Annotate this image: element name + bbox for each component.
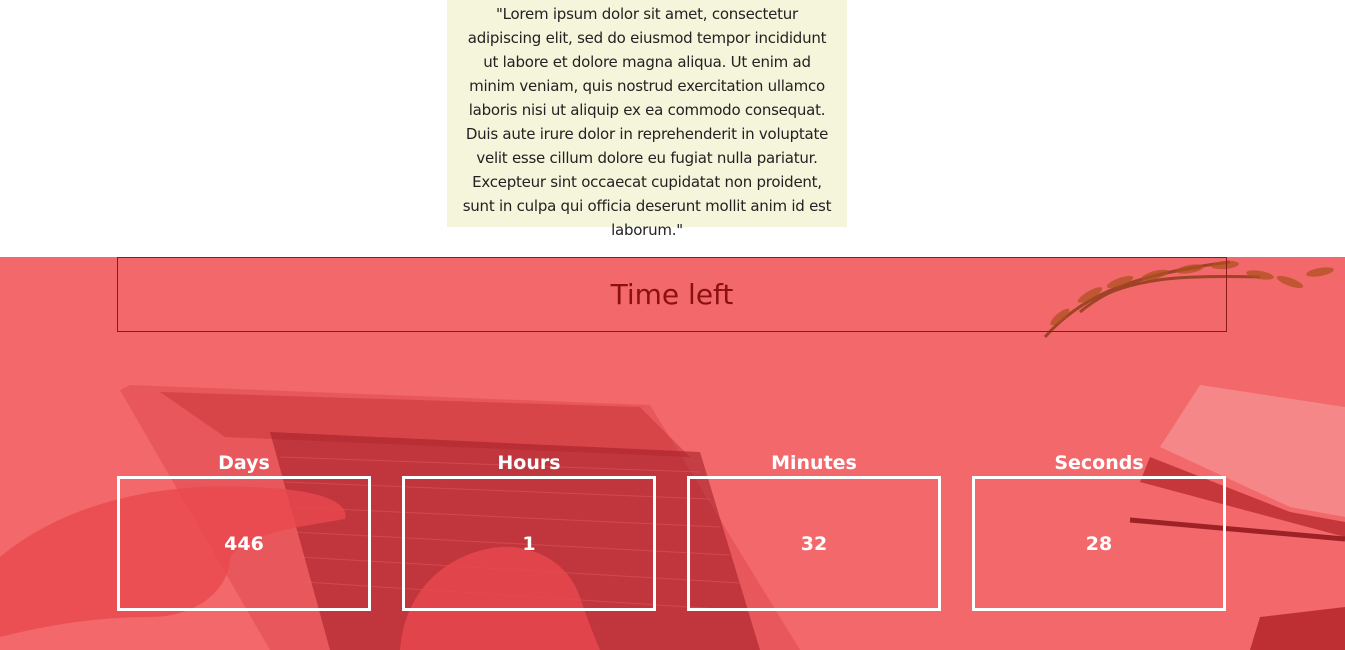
days-label: Days — [218, 452, 270, 474]
hours-value: 1 — [522, 532, 536, 555]
quote-text: "Lorem ipsum dolor sit amet, consectetur… — [462, 5, 832, 239]
countdown-minutes: Minutes 32 — [687, 452, 941, 612]
days-value: 446 — [224, 532, 264, 555]
countdown-seconds: Seconds 28 — [972, 452, 1226, 612]
countdown-title: Time left — [610, 278, 734, 311]
seconds-box: 28 — [972, 476, 1226, 611]
minutes-value: 32 — [800, 532, 828, 555]
seconds-value: 28 — [1085, 532, 1113, 555]
seconds-label: Seconds — [1054, 452, 1144, 474]
hours-label: Hours — [497, 452, 561, 474]
countdown-title-box: Time left — [117, 257, 1227, 332]
countdown-days: Days 446 — [117, 452, 371, 612]
days-box: 446 — [117, 476, 371, 611]
quote-block: "Lorem ipsum dolor sit amet, consectetur… — [447, 0, 847, 239]
hours-box: 1 — [402, 476, 656, 611]
minutes-box: 32 — [687, 476, 941, 611]
minutes-label: Minutes — [771, 452, 857, 474]
countdown-hours: Hours 1 — [402, 452, 656, 612]
countdown-section: Time left Days 446 Hours 1 Minutes 32 Se… — [0, 257, 1345, 650]
page: "Lorem ipsum dolor sit amet, consectetur… — [0, 0, 1345, 650]
